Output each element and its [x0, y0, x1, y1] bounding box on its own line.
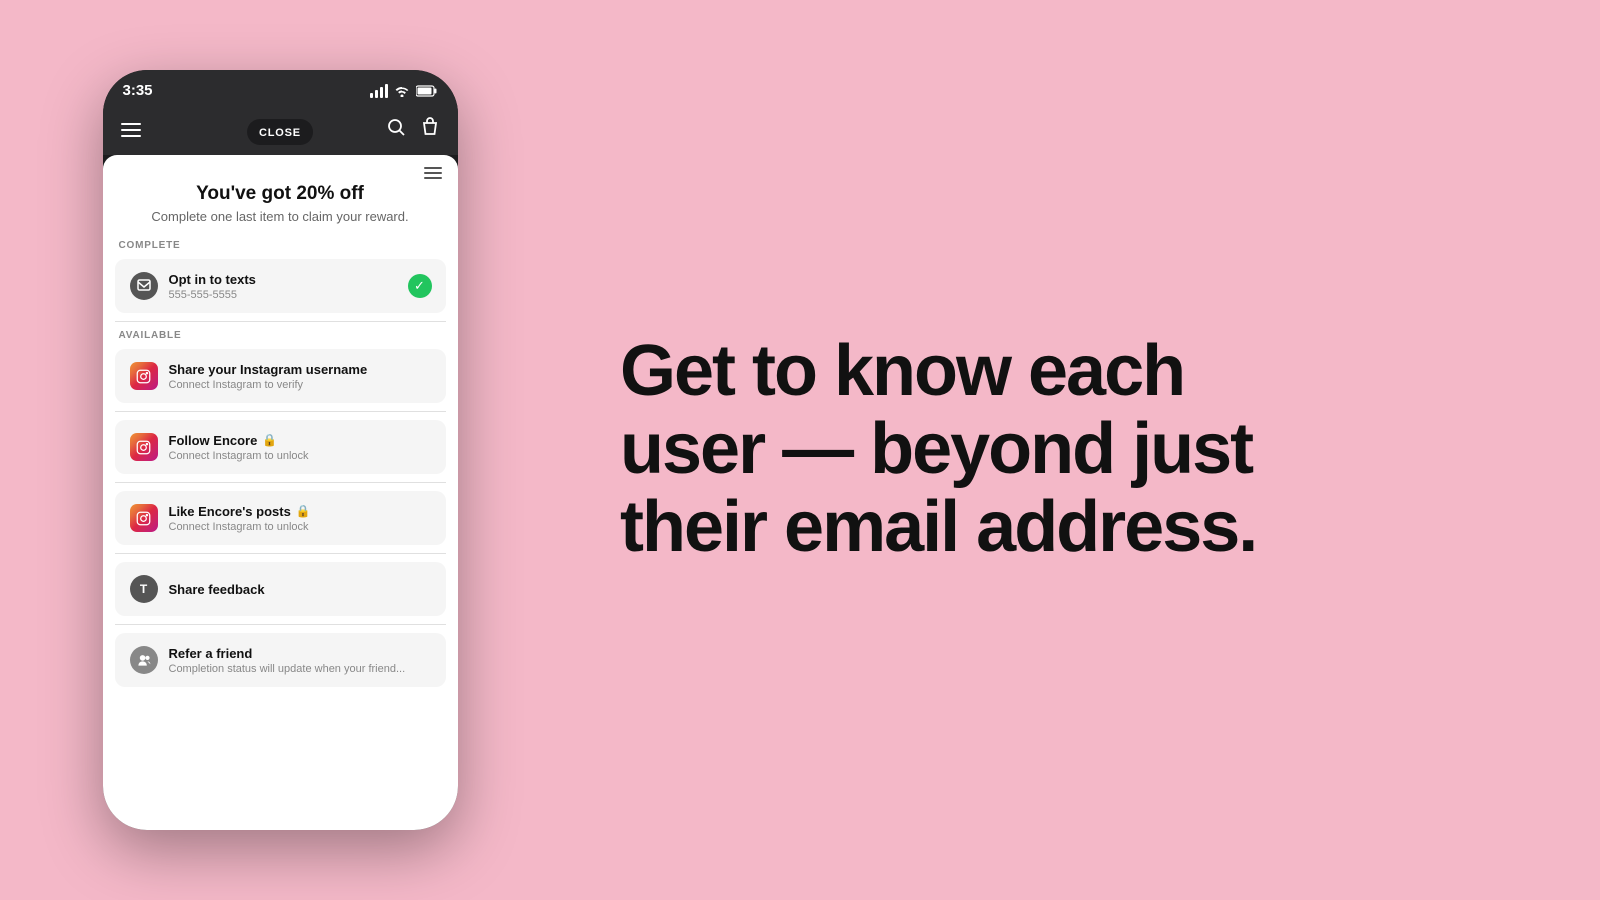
divider4 — [115, 553, 446, 554]
headline-line1: Get to know each — [620, 331, 1184, 411]
headline-line2: user — beyond just — [620, 409, 1252, 489]
headline: Get to know each user — beyond just thei… — [620, 333, 1256, 566]
task-opt-in-texts[interactable]: Opt in to texts 555-555-5555 ✓ — [115, 259, 446, 313]
divider5 — [115, 624, 446, 625]
reward-header: You've got 20% off Complete one last ite… — [103, 179, 458, 240]
task-avatar-icon — [130, 272, 158, 300]
refer-icon — [130, 646, 158, 674]
battery-icon — [416, 85, 438, 97]
status-icons — [370, 84, 438, 98]
divider — [115, 321, 446, 322]
complete-section-label: COMPLETE — [103, 240, 458, 259]
task-instagram-share[interactable]: Share your Instagram username Connect In… — [115, 349, 446, 403]
bag-icon[interactable] — [420, 117, 440, 143]
signal-icon — [370, 84, 388, 98]
follow-encore-instagram-icon — [130, 433, 158, 461]
like-posts-subtitle: Connect Instagram to unlock — [169, 521, 311, 533]
content-header — [103, 155, 458, 179]
wifi-icon — [394, 85, 410, 97]
lock-icon: 🔒 — [262, 433, 277, 447]
like-posts-lock-icon: 🔒 — [296, 504, 311, 518]
instagram-share-title: Share your Instagram username — [169, 362, 368, 377]
available-section-label: AVAILABLE — [103, 330, 458, 349]
reward-title: You've got 20% off — [123, 183, 438, 205]
content-area: You've got 20% off Complete one last ite… — [103, 155, 458, 830]
follow-encore-title: Follow Encore — [169, 433, 258, 448]
follow-encore-subtitle: Connect Instagram to unlock — [169, 450, 309, 462]
refer-subtitle: Completion status will update when your … — [169, 663, 406, 675]
task-follow-encore[interactable]: Follow Encore 🔒 Connect Instagram to unl… — [115, 420, 446, 474]
status-time: 3:35 — [123, 82, 153, 99]
instagram-share-subtitle: Connect Instagram to verify — [169, 379, 368, 391]
close-badge[interactable]: CLOSE — [247, 119, 313, 145]
phone-device: 3:35 — [103, 70, 458, 830]
close-label: CLOSE — [259, 127, 301, 139]
phone-mockup-area: 3:35 — [0, 0, 560, 900]
task-refer-friend[interactable]: Refer a friend Completion status will up… — [115, 633, 446, 687]
task-like-posts[interactable]: Like Encore's posts 🔒 Connect Instagram … — [115, 491, 446, 545]
status-bar: 3:35 — [103, 70, 458, 107]
navbar: CLOSE — [103, 107, 458, 155]
check-icon: ✓ — [408, 274, 432, 298]
headline-line3: their email address. — [620, 487, 1256, 567]
feedback-title: Share feedback — [169, 582, 265, 597]
opt-in-phone: 555-555-5555 — [169, 289, 256, 301]
right-content: Get to know each user — beyond just thei… — [560, 333, 1600, 566]
nav-icons — [386, 117, 440, 143]
divider3 — [115, 482, 446, 483]
opt-in-title: Opt in to texts — [169, 272, 256, 287]
like-posts-title: Like Encore's posts — [169, 504, 291, 519]
search-icon[interactable] — [386, 117, 406, 143]
task-share-feedback[interactable]: T Share feedback — [115, 562, 446, 616]
reward-subtitle: Complete one last item to claim your rew… — [123, 209, 438, 224]
like-posts-instagram-icon — [130, 504, 158, 532]
divider2 — [115, 411, 446, 412]
hamburger-icon[interactable] — [121, 123, 141, 137]
instagram-icon — [130, 362, 158, 390]
refer-title: Refer a friend — [169, 646, 406, 661]
menu-dots-icon[interactable] — [424, 167, 442, 179]
feedback-avatar: T — [130, 575, 158, 603]
